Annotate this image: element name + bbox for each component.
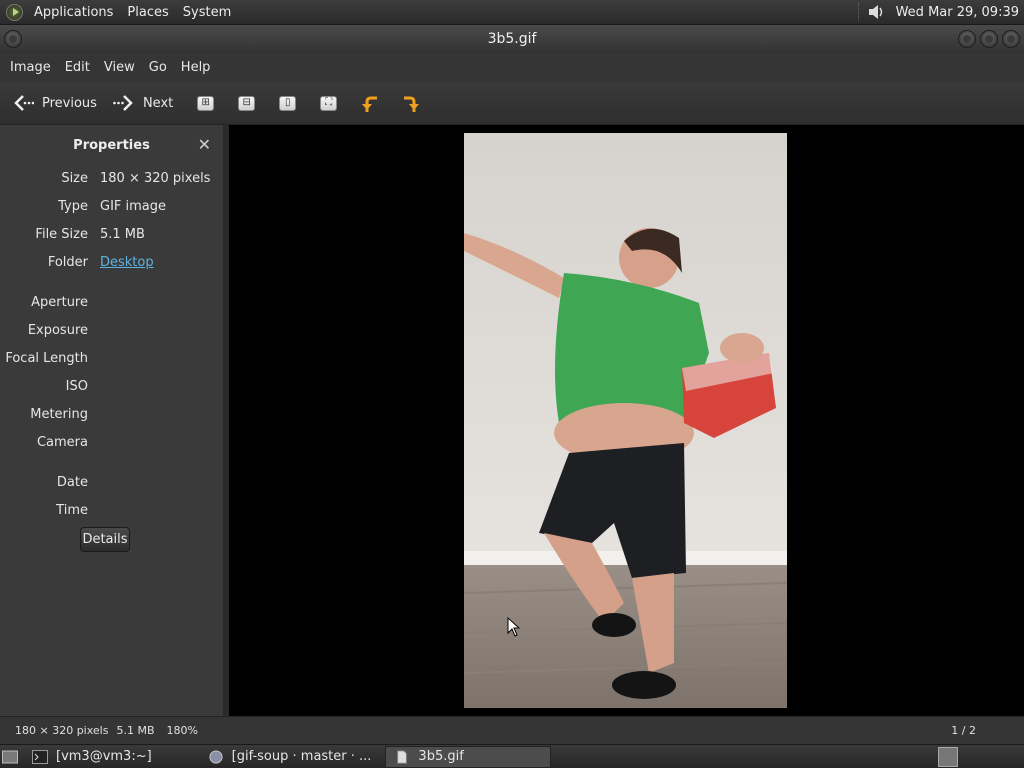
minimize-button[interactable] [958, 30, 976, 48]
zoom-fit-icon: ⛶ [320, 95, 338, 111]
property-key: Type [58, 198, 88, 214]
property-key: Metering [30, 406, 88, 422]
property-time: Time [0, 500, 222, 520]
zoom-out-icon: ⊟ [238, 95, 256, 111]
property-key: Time [56, 502, 88, 518]
rotate-left-icon [361, 96, 377, 112]
details-button[interactable]: Details [80, 527, 130, 552]
image-file-icon [397, 749, 408, 764]
panel-menu-applications[interactable]: Applications [27, 0, 120, 25]
window-title: 3b5.gif [487, 31, 537, 47]
menu-go[interactable]: Go [142, 53, 174, 82]
arrow-right-icon [113, 95, 133, 111]
property-key: Size [61, 170, 88, 186]
status-page-counter: 1 / 2 [951, 724, 976, 737]
property-type: Type GIF image [0, 196, 222, 216]
task-label: [gif-soup · master · ... [231, 749, 372, 764]
maximize-button[interactable] [980, 30, 998, 48]
status-zoom: 180% [166, 724, 198, 737]
status-dimensions: 180 × 320 pixels [15, 724, 109, 737]
applications-logo-icon[interactable] [6, 3, 23, 21]
task-label: 3b5.gif [418, 749, 464, 764]
properties-sidebar: Properties ✕ Size 180 × 320 pixels Type … [0, 125, 226, 716]
panel-separator [857, 3, 860, 21]
property-camera: Camera [0, 432, 222, 452]
task-browser[interactable]: [gif-soup · master · ... [200, 746, 380, 768]
rotate-left-button[interactable] [349, 92, 390, 114]
property-metering: Metering [0, 404, 222, 424]
property-key: Folder [47, 254, 88, 270]
panel-menu-system[interactable]: System [176, 0, 238, 25]
property-key: ISO [65, 378, 88, 394]
browser-icon [209, 749, 223, 764]
statusbar: 180 × 320 pixels 5.1 MB 180% 1 / 2 [0, 716, 1024, 744]
workspace-switcher[interactable] [938, 746, 958, 767]
property-exposure: Exposure [0, 320, 222, 340]
top-panel: Applications Places System Wed Mar 29, 0… [0, 0, 1024, 25]
previous-button[interactable]: Previous [8, 86, 109, 120]
property-value: GIF image [100, 198, 167, 214]
show-desktop-button[interactable] [0, 746, 22, 768]
menubar: Image Edit View Go Help [0, 53, 1024, 82]
close-window-button[interactable] [1002, 30, 1020, 48]
zoom-normal-icon: ▯ [279, 95, 297, 111]
property-focal-length: Focal Length [0, 348, 222, 368]
zoom-in-icon: ⊞ [197, 95, 215, 111]
property-key: Date [56, 474, 88, 490]
menu-help[interactable]: Help [174, 53, 218, 82]
zoom-fit-button[interactable]: ⛶ [308, 95, 349, 111]
status-filesize: 5.1 MB [116, 724, 155, 737]
taskbar: [vm3@vm3:~] [gif-soup · master · ... 3b5… [0, 744, 1024, 768]
task-label: [vm3@vm3:~] [56, 749, 152, 764]
panel-menu-places[interactable]: Places [120, 0, 175, 25]
folder-link[interactable]: Desktop [100, 255, 154, 270]
task-terminal[interactable]: [vm3@vm3:~] [22, 746, 160, 768]
next-button[interactable]: Next [109, 86, 185, 120]
menu-view[interactable]: View [97, 53, 142, 82]
property-size: Size 180 × 320 pixels [0, 168, 222, 188]
terminal-icon [32, 749, 48, 764]
property-key: Focal Length [5, 350, 88, 366]
property-value: 5.1 MB [100, 226, 145, 242]
rotate-right-icon [403, 96, 419, 112]
property-value: 180 × 320 pixels [100, 170, 211, 186]
menu-edit[interactable]: Edit [58, 53, 97, 82]
panel-clock[interactable]: Wed Mar 29, 09:39 [896, 5, 1019, 20]
sidebar-title: Properties [73, 137, 150, 153]
property-folder: Folder Desktop [0, 252, 222, 272]
property-aperture: Aperture [0, 292, 222, 312]
menu-image[interactable]: Image [3, 53, 58, 82]
property-iso: ISO [0, 376, 222, 396]
window-menu-button[interactable] [4, 30, 22, 48]
task-image-viewer[interactable]: 3b5.gif [385, 745, 552, 768]
property-key: File Size [35, 226, 88, 242]
image-canvas[interactable] [229, 125, 1024, 716]
window-titlebar[interactable]: 3b5.gif [0, 25, 1024, 53]
toolbar: Previous Next ⊞ ⊟ ▯ ⛶ [0, 82, 1024, 125]
sidebar-header: Properties ✕ [0, 125, 223, 165]
property-key: Exposure [27, 322, 88, 338]
rotate-right-button[interactable] [390, 92, 431, 114]
volume-icon[interactable] [866, 2, 886, 22]
property-key: Camera [36, 434, 88, 450]
zoom-normal-button[interactable]: ▯ [267, 95, 308, 111]
arrow-left-icon [14, 95, 34, 111]
show-desktop-icon [2, 750, 18, 763]
property-file-size: File Size 5.1 MB [0, 224, 222, 244]
property-key: Aperture [31, 294, 88, 310]
previous-label: Previous [42, 95, 97, 111]
property-date: Date [0, 472, 222, 492]
zoom-in-button[interactable]: ⊞ [185, 95, 226, 111]
next-label: Next [142, 95, 174, 111]
close-icon[interactable]: ✕ [198, 135, 211, 154]
zoom-out-button[interactable]: ⊟ [226, 95, 267, 111]
mouse-cursor-icon [507, 617, 521, 637]
